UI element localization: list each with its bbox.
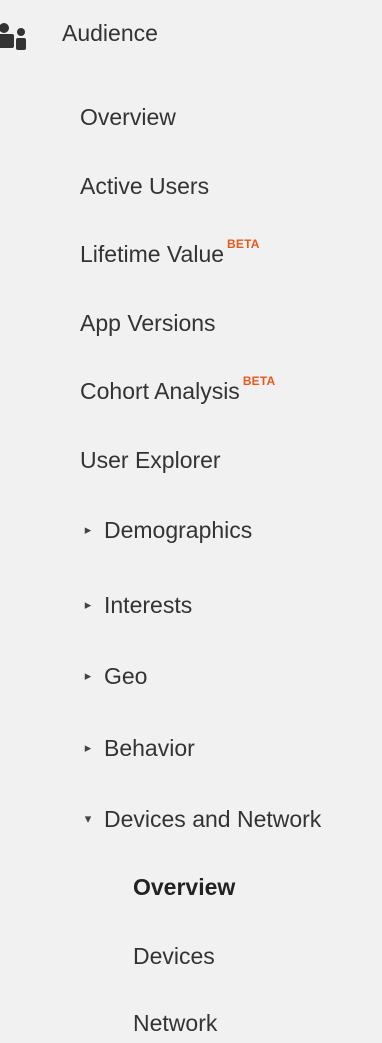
subnav-item-network[interactable]: Network [133,1003,217,1043]
subnav-item-label: Devices [133,942,215,969]
subnav-item-devices[interactable]: Devices [133,936,215,976]
nav-item-label: Overview [80,103,176,130]
section-label: Audience [62,20,158,46]
nav-item-app-versions[interactable]: App Versions [80,303,216,343]
section-audience[interactable]: Audience [0,10,382,58]
nav-item-label: Demographics [104,516,253,543]
beta-badge: BETA [227,237,260,251]
nav-item-behavior[interactable]: ▸ Behavior [80,728,195,768]
caret-right-icon: ▸ [84,668,92,683]
nav-item-label: Interests [104,591,193,618]
nav-item-label: User Explorer [80,446,221,473]
caret-right-icon: ▸ [84,522,92,537]
audience-icon [0,23,26,50]
caret-right-icon: ▸ [84,740,92,755]
subnav-item-overview[interactable]: Overview [133,867,235,907]
subnav-item-label: Network [133,1009,218,1036]
audience-nav: Audience Overview Active Users Lifetime … [0,0,382,1036]
nav-item-active-users[interactable]: Active Users [80,166,209,206]
nav-item-lifetime-value[interactable]: Lifetime Value BETA [80,234,260,274]
nav-item-label: Behavior [104,734,195,761]
nav-item-devices-and-network[interactable]: ▾ Devices and Network [80,799,322,839]
nav-item-interests[interactable]: ▸ Interests [80,585,192,625]
nav-item-overview[interactable]: Overview [80,97,176,137]
nav-item-label: App Versions [80,309,216,336]
caret-right-icon: ▸ [84,597,92,612]
nav-item-demographics[interactable]: ▸ Demographics [80,510,253,550]
nav-item-geo[interactable]: ▸ Geo [80,656,148,696]
nav-item-label: Cohort Analysis [80,377,240,404]
nav-item-label: Lifetime Value [80,240,225,267]
nav-item-label: Active Users [80,172,210,199]
nav-item-user-explorer[interactable]: User Explorer [80,440,221,480]
nav-item-cohort-analysis[interactable]: Cohort Analysis BETA [80,371,275,411]
caret-down-icon: ▾ [84,811,92,826]
beta-badge: BETA [242,374,276,388]
nav-item-label: Devices and Network [104,805,322,832]
subnav-item-label: Overview [133,873,236,900]
nav-item-label: Geo [104,662,148,689]
